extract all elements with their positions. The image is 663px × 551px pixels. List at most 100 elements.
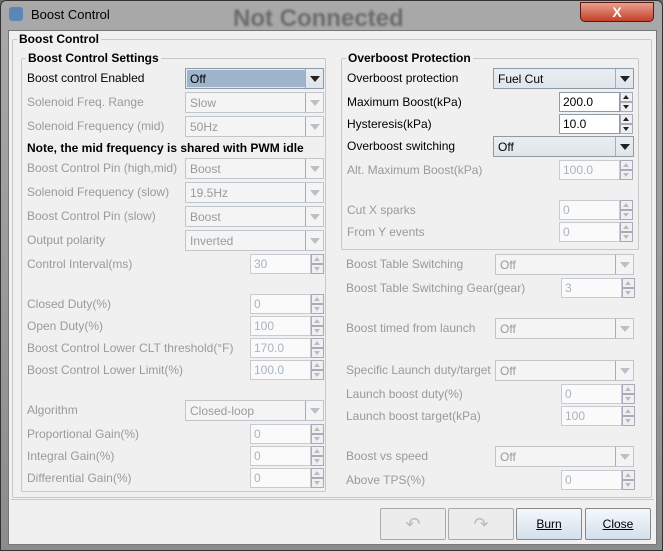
spinner-input[interactable]: 0 [250,294,311,314]
increment-arrow-icon[interactable] [620,114,633,124]
spinner-input[interactable]: 100 [250,316,311,336]
spinner-input[interactable]: 100.0 [559,160,620,180]
boost-control-lower-clt-threshold-f-spinner[interactable]: 170.0 [250,338,324,358]
chevron-down-icon[interactable] [305,401,323,420]
increment-arrow-icon[interactable] [622,384,635,394]
spinner-input[interactable]: 170.0 [250,338,311,358]
decrement-arrow-icon[interactable] [311,326,324,336]
spinner-input[interactable]: 0 [250,468,311,488]
boost-control-pin-slow-dropdown[interactable]: Boost [185,206,324,227]
decrement-arrow-icon[interactable] [622,416,635,426]
boost-control-lower-limit-spinner[interactable]: 100.0 [250,360,324,380]
increment-arrow-icon[interactable] [311,446,324,456]
control-interval-ms-spinner[interactable]: 30 [250,254,324,274]
decrement-arrow-icon[interactable] [311,348,324,358]
boost-control-pin-high-mid-dropdown[interactable]: Boost [185,158,324,179]
spinner-input[interactable]: 100 [561,406,622,426]
spinner-input[interactable]: 10.0 [559,114,620,134]
spinner-input[interactable]: 100.0 [250,360,311,380]
overboost-switching-dropdown[interactable]: Off [493,136,634,157]
hysteresis-kpa-spinner[interactable]: 10.0 [559,114,633,134]
increment-arrow-icon[interactable] [622,406,635,416]
closed-duty-spinner[interactable]: 0 [250,294,324,314]
window-close-button[interactable]: X [580,2,654,22]
boost-control-enabled-dropdown[interactable]: Off [185,68,324,89]
decrement-arrow-icon[interactable] [311,434,324,444]
decrement-arrow-icon[interactable] [620,170,633,180]
increment-arrow-icon[interactable] [622,470,635,480]
solenoid-frequency-slow-dropdown[interactable]: 19.5Hz [185,182,324,203]
solenoid-frequency-mid-dropdown[interactable]: 50Hz [185,116,324,137]
chevron-down-icon[interactable] [305,69,323,88]
spinner-input[interactable]: 0 [559,200,620,220]
integral-gain-spinner[interactable]: 0 [250,446,324,466]
chevron-down-icon[interactable] [305,117,323,136]
decrement-arrow-icon[interactable] [311,478,324,488]
chevron-down-icon[interactable] [305,183,323,202]
decrement-arrow-icon[interactable] [620,232,633,242]
decrement-arrow-icon[interactable] [620,102,633,112]
increment-arrow-icon[interactable] [311,360,324,370]
decrement-arrow-icon[interactable] [622,288,635,298]
overboost-protection-dropdown[interactable]: Fuel Cut [493,68,634,89]
solenoid-freq-range-dropdown[interactable]: Slow [185,92,324,113]
spinner-input[interactable]: 0 [559,222,620,242]
increment-arrow-icon[interactable] [620,222,633,232]
decrement-arrow-icon[interactable] [311,264,324,274]
increment-arrow-icon[interactable] [620,160,633,170]
launch-boost-duty-spinner[interactable]: 0 [561,384,635,404]
decrement-arrow-icon[interactable] [620,210,633,220]
spinner-input[interactable]: 0 [561,384,622,404]
above-tps-spinner[interactable]: 0 [561,470,635,490]
chevron-down-icon[interactable] [305,159,323,178]
chevron-down-icon[interactable] [305,207,323,226]
algorithm-dropdown[interactable]: Closed-loop [185,400,324,421]
decrement-arrow-icon[interactable] [622,394,635,404]
increment-arrow-icon[interactable] [620,92,633,102]
title-bar[interactable]: Boost Control Not Connected X [1,1,663,32]
chevron-down-icon[interactable] [615,361,633,380]
alt-maximum-boost-kpa-spinner[interactable]: 100.0 [559,160,633,180]
boost-table-switching-dropdown[interactable]: Off [495,254,634,275]
boost-vs-speed-dropdown[interactable]: Off [495,446,634,467]
increment-arrow-icon[interactable] [311,424,324,434]
specific-launch-duty-target-dropdown[interactable]: Off [495,360,634,381]
proportional-gain-spinner[interactable]: 0 [250,424,324,444]
launch-boost-target-kpa-spinner[interactable]: 100 [561,406,635,426]
decrement-arrow-icon[interactable] [620,124,633,134]
output-polarity-dropdown[interactable]: Inverted [185,230,324,251]
decrement-arrow-icon[interactable] [311,304,324,314]
chevron-down-icon[interactable] [305,93,323,112]
chevron-down-icon[interactable] [305,231,323,250]
chevron-down-icon[interactable] [615,447,633,466]
chevron-down-icon[interactable] [615,255,633,274]
spinner-input[interactable]: 0 [250,446,311,466]
open-duty-spinner[interactable]: 100 [250,316,324,336]
increment-arrow-icon[interactable] [620,200,633,210]
decrement-arrow-icon[interactable] [622,480,635,490]
increment-arrow-icon[interactable] [311,338,324,348]
undo-button[interactable]: ↶ [380,508,446,540]
from-y-events-spinner[interactable]: 0 [559,222,633,242]
increment-arrow-icon[interactable] [311,468,324,478]
increment-arrow-icon[interactable] [311,316,324,326]
increment-arrow-icon[interactable] [311,254,324,264]
spinner-input[interactable]: 0 [250,424,311,444]
differential-gain-spinner[interactable]: 0 [250,468,324,488]
close-button[interactable]: Close [585,508,651,540]
spinner-input[interactable]: 200.0 [559,92,620,112]
boost-table-switching-gear-gear-spinner[interactable]: 3 [561,278,635,298]
redo-button[interactable]: ↷ [448,508,514,540]
chevron-down-icon[interactable] [615,137,633,156]
cut-x-sparks-spinner[interactable]: 0 [559,200,633,220]
increment-arrow-icon[interactable] [622,278,635,288]
maximum-boost-kpa-spinner[interactable]: 200.0 [559,92,633,112]
chevron-down-icon[interactable] [615,69,633,88]
increment-arrow-icon[interactable] [311,294,324,304]
spinner-input[interactable]: 0 [561,470,622,490]
spinner-input[interactable]: 30 [250,254,311,274]
decrement-arrow-icon[interactable] [311,370,324,380]
spinner-input[interactable]: 3 [561,278,622,298]
burn-button[interactable]: Burn [516,508,582,540]
chevron-down-icon[interactable] [615,319,633,338]
